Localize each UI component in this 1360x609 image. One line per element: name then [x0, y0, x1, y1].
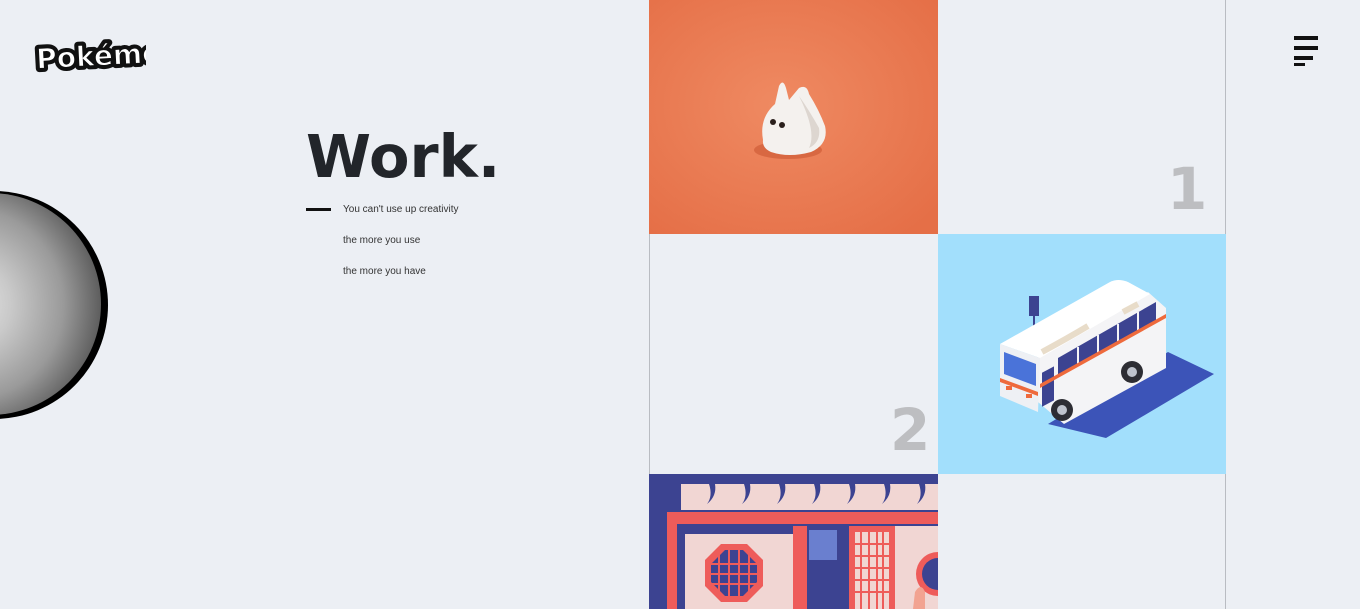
work-tile-storefront[interactable]	[649, 474, 938, 609]
bus-image	[938, 234, 1226, 474]
tagline-line: You can't use up creativity	[343, 204, 459, 215]
menu-bar	[1294, 36, 1318, 40]
svg-text:Pokémon: Pokémon	[35, 35, 146, 74]
menu-bar	[1294, 63, 1305, 66]
work-tile-bus[interactable]	[938, 234, 1226, 474]
page-title: Work.	[306, 122, 501, 191]
pokemon-logo[interactable]: Pokémon Pokémon	[32, 30, 146, 74]
work-tile-rabbit[interactable]	[649, 0, 938, 234]
tile-number: 1	[1167, 155, 1208, 223]
title-dash	[306, 208, 331, 211]
work-tile-blank	[938, 474, 1225, 609]
menu-bar	[1294, 46, 1318, 50]
menu-bar	[1294, 56, 1313, 60]
tagline-line: the more you have	[343, 266, 426, 277]
page: Pokémon Pokémon Work. You can't use up c…	[0, 0, 1360, 609]
work-tile-1[interactable]: 1	[938, 0, 1225, 234]
tile-number: 2	[890, 396, 931, 464]
decorative-sphere	[0, 191, 110, 421]
rabbit-image	[649, 0, 938, 234]
tagline-line: the more you use	[343, 235, 421, 246]
pokemon-logo-icon: Pokémon Pokémon	[32, 32, 146, 74]
work-tile-2[interactable]: 2	[650, 234, 938, 474]
storefront-image	[649, 474, 938, 609]
sphere-ball	[0, 193, 101, 415]
hamburger-icon[interactable]	[1294, 36, 1320, 68]
